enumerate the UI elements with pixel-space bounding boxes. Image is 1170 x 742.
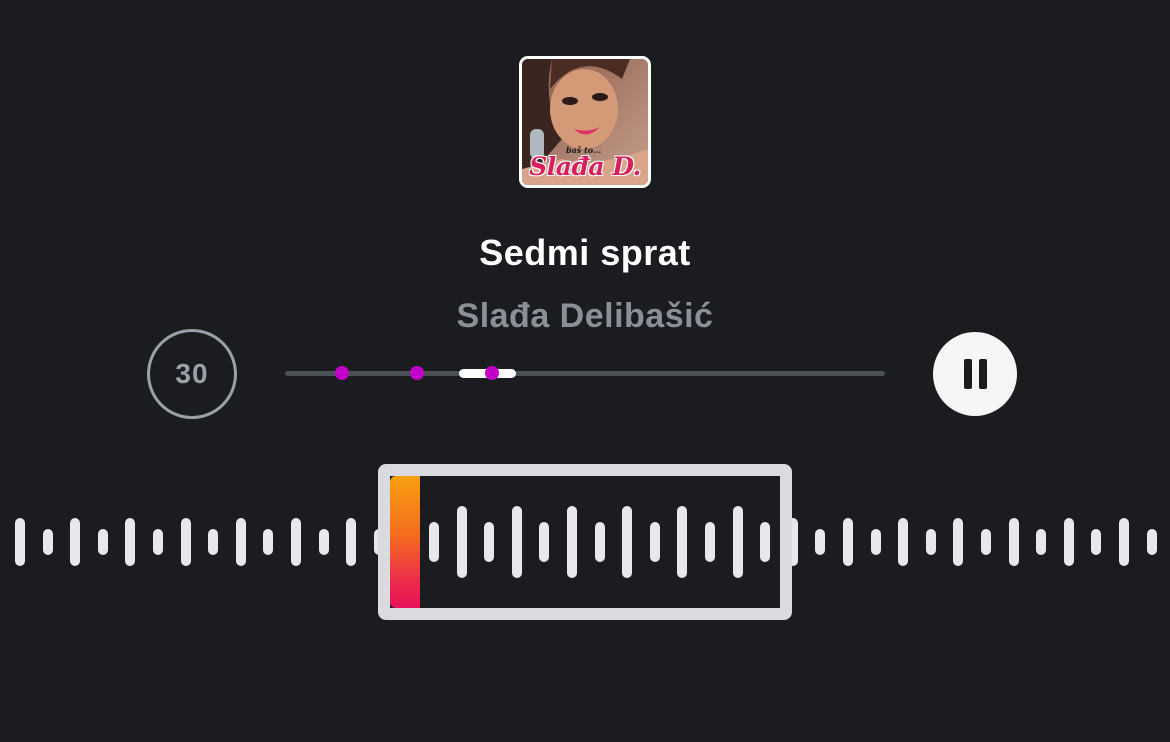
album-art-text: Slađa D. <box>529 152 641 181</box>
skip-30-label: 30 <box>175 358 209 389</box>
player-screen: baš to... Slađa D. Sedmi sprat Slađa Del… <box>0 0 1170 742</box>
waveform-bar <box>208 529 219 555</box>
waveform-bar <box>815 529 826 555</box>
waveform-bar <box>1008 518 1019 566</box>
skip-30-button[interactable]: 30 <box>147 329 237 419</box>
waveform-bar <box>981 529 991 555</box>
waveform-bar <box>97 529 108 555</box>
waveform-bar <box>1036 529 1047 555</box>
selection-frame[interactable] <box>378 464 792 620</box>
waveform-bar <box>898 518 909 566</box>
album-art: baš to... Slađa D. <box>519 56 651 188</box>
waveform-bar <box>263 529 274 555</box>
artist-name: Slađa Delibašić <box>456 297 714 335</box>
waveform-bar <box>346 518 357 566</box>
waveform-bar <box>1146 529 1157 555</box>
pause-icon <box>963 359 972 389</box>
pause-button[interactable] <box>933 332 1017 416</box>
scrub-marker[interactable] <box>335 366 349 380</box>
pause-icon-bar <box>978 359 987 389</box>
waveform-bar <box>1091 529 1102 555</box>
waveform-bar <box>291 518 301 566</box>
waveform-bar <box>180 518 191 566</box>
playhead-handle[interactable] <box>390 476 420 608</box>
scrub-marker[interactable] <box>485 366 499 380</box>
waveform-bar <box>70 518 81 566</box>
waveform-bar <box>925 529 936 555</box>
waveform-bar <box>1119 518 1129 566</box>
scrub-bar[interactable] <box>285 366 885 380</box>
waveform-bar <box>843 518 853 566</box>
song-title: Sedmi sprat <box>479 232 691 273</box>
waveform-bar <box>1063 518 1074 566</box>
waveform-bar <box>953 518 964 566</box>
waveform-bar <box>15 518 25 566</box>
waveform-bar <box>318 529 329 555</box>
waveform-bar <box>235 518 246 566</box>
scrub-marker[interactable] <box>410 366 424 380</box>
waveform-bar <box>42 529 53 555</box>
waveform-bar <box>870 529 881 555</box>
waveform-bar <box>153 529 163 555</box>
waveform-bar <box>125 518 136 566</box>
